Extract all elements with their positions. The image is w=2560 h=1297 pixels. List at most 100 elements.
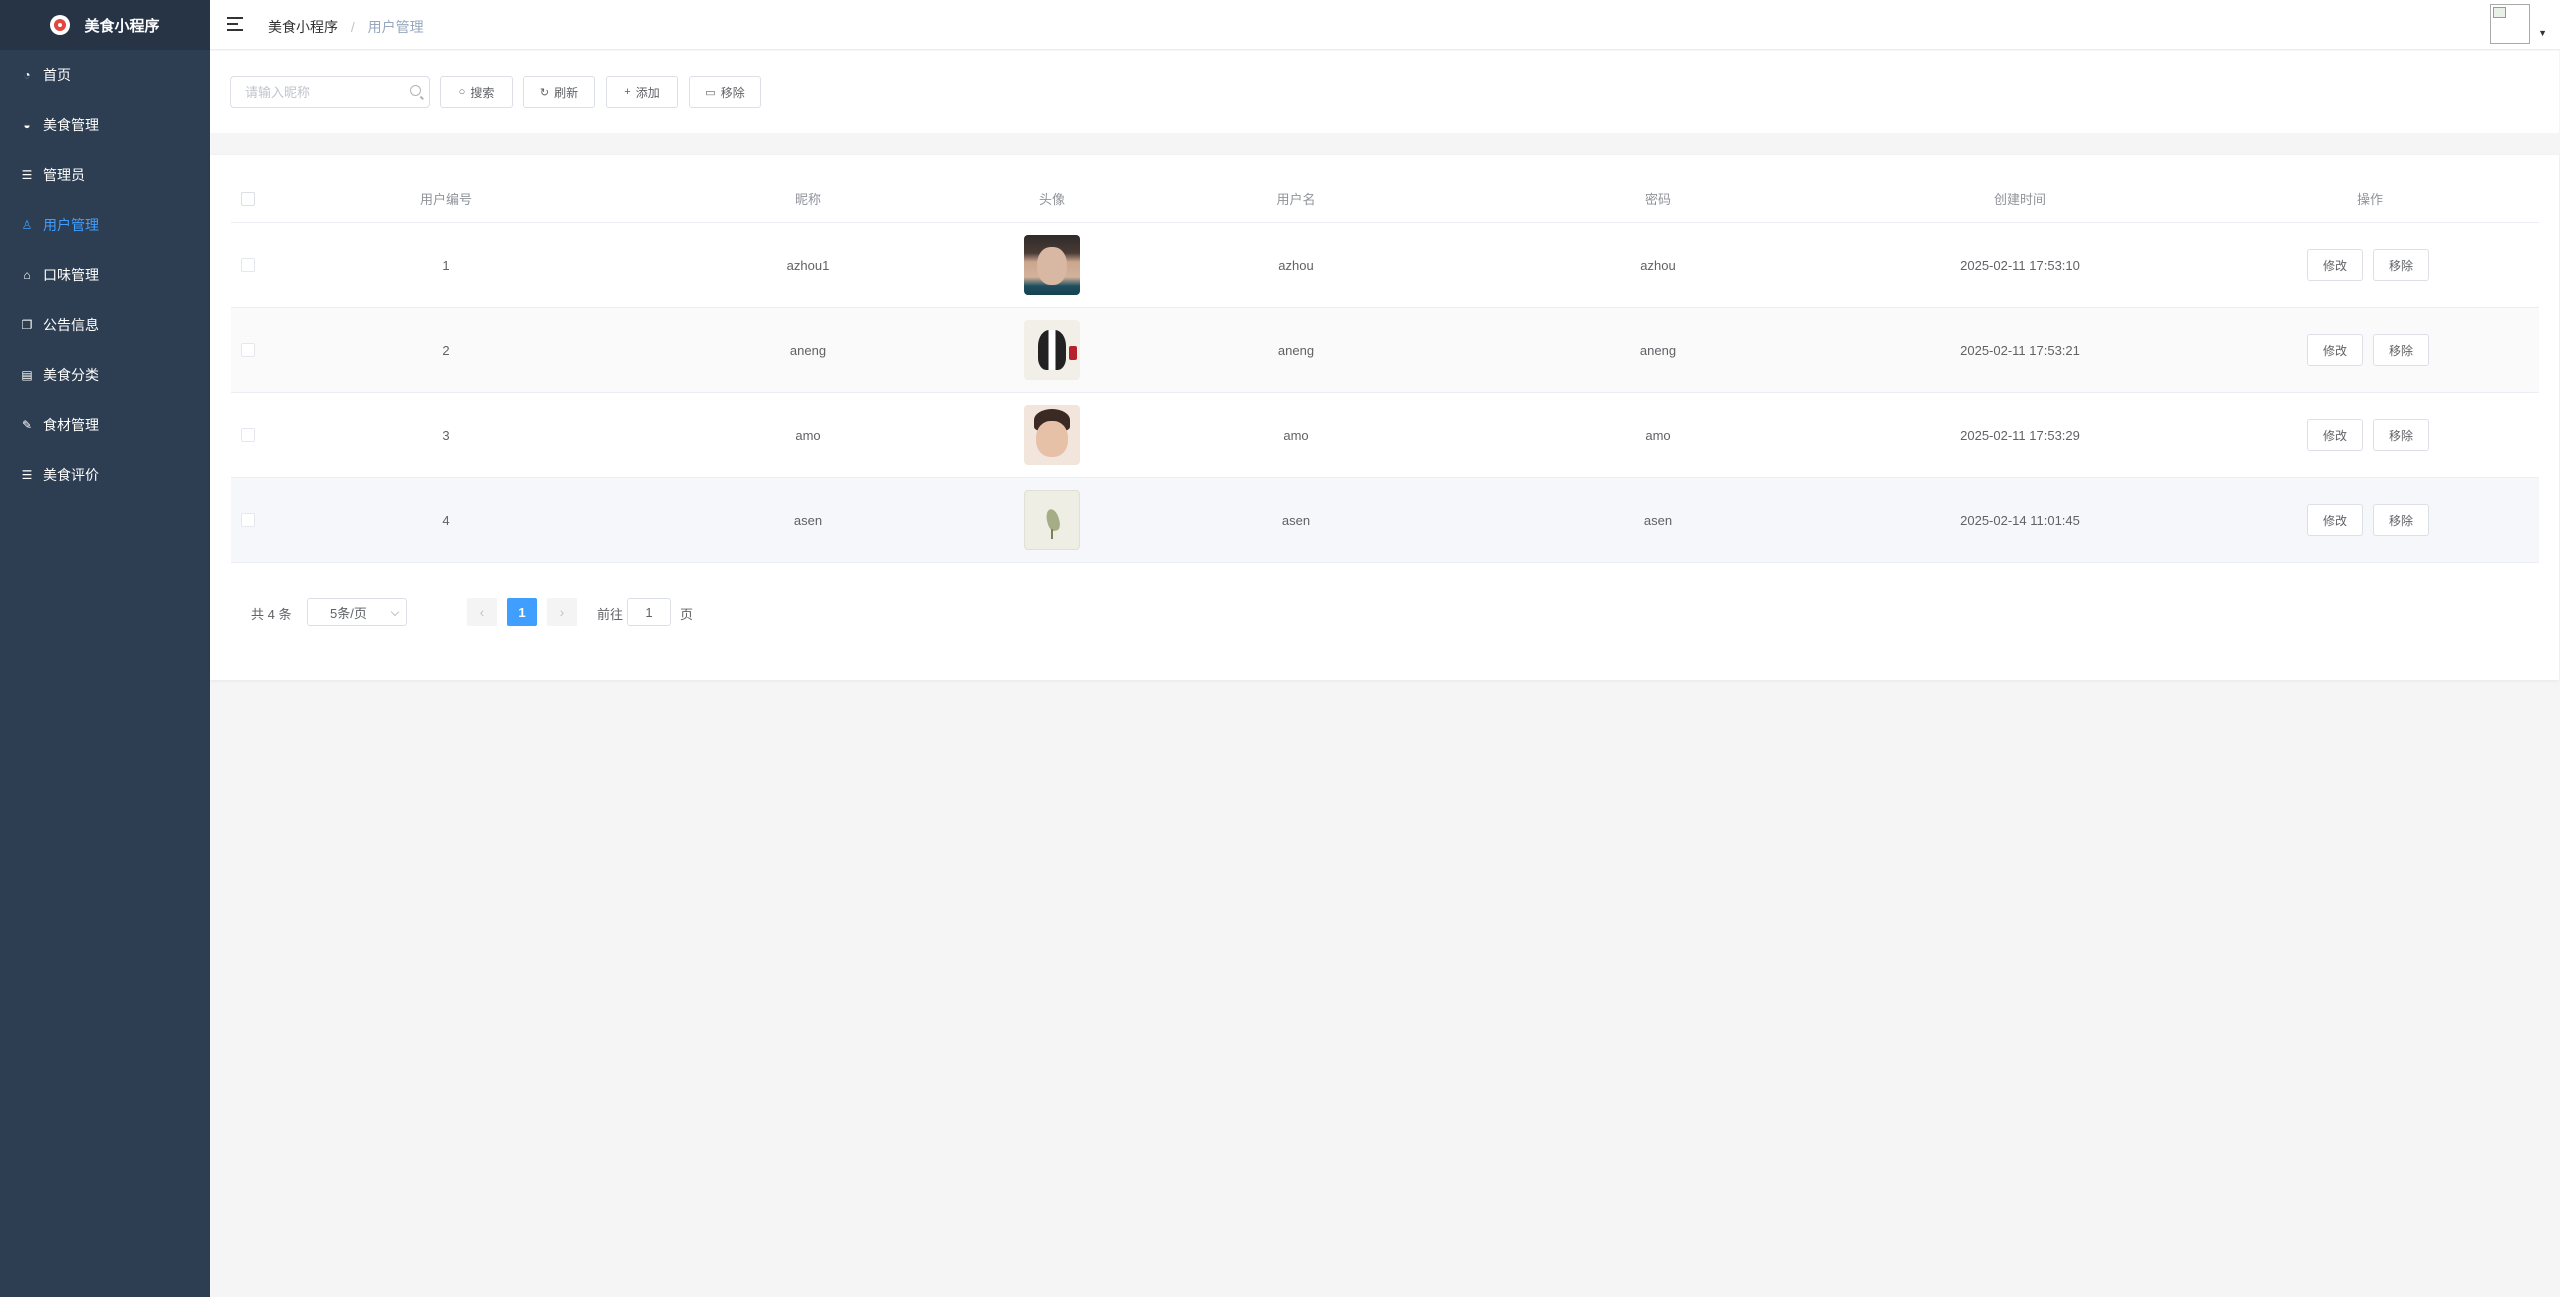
refresh-button[interactable]: ↻ 刷新 — [523, 76, 595, 108]
sidebar-item-food-management[interactable]: ◒ 美食管理 — [0, 100, 210, 150]
cell-password: azhou — [1640, 257, 1676, 273]
breadcrumb-current: 用户管理 — [367, 19, 424, 35]
cell-avatar — [989, 393, 1115, 477]
cell-username: azhou — [1278, 257, 1314, 273]
user-table: 用户编号 昵称 头像 用户名 密码 创建时间 操作 1 azhou1 azhou… — [231, 175, 2539, 563]
row-remove-button[interactable]: 移除 — [2373, 419, 2429, 451]
bowl-icon: ◒ — [23, 118, 31, 132]
goto-page-field — [627, 598, 671, 626]
add-button-label: 添加 — [635, 85, 660, 100]
user-avatar-image — [1024, 320, 1080, 380]
tray-icon: ⌂ — [23, 268, 31, 282]
sidebar-item-food-categories[interactable]: ▤ 美食分类 — [0, 350, 210, 400]
cell-avatar — [989, 308, 1115, 392]
edit-button[interactable]: 修改 — [2307, 504, 2363, 536]
sidebar-item-user-management[interactable]: ♙ 用户管理 — [0, 200, 210, 250]
row-select-cell — [231, 308, 265, 392]
cell-nickname: amo — [795, 427, 821, 443]
prev-page-button[interactable]: ‹ — [467, 598, 497, 626]
cell-created-time: 2025-02-11 17:53:10 — [1960, 257, 2080, 273]
page-size-select[interactable]: 5条/页 — [307, 598, 407, 626]
next-page-button[interactable]: › — [547, 598, 577, 626]
search-icon: ○ — [458, 86, 466, 98]
page-size-value: 5条/页 — [330, 605, 367, 621]
column-header-password: 密码 — [1644, 192, 1671, 207]
table-header: 用户编号 昵称 头像 用户名 密码 创建时间 操作 — [231, 175, 2539, 223]
cell-created-time: 2025-02-14 11:01:45 — [1960, 512, 2080, 528]
cell-avatar — [989, 478, 1115, 562]
breadcrumb-separator: / — [350, 19, 355, 35]
cell-nickname: aneng — [789, 342, 827, 358]
table-row: 4 asen asen asen 2025-02-14 11:01:45 修改 … — [231, 478, 2539, 563]
sidebar-item-home[interactable]: ◔ 首页 — [0, 50, 210, 100]
row-checkbox[interactable] — [241, 258, 255, 272]
folder-delete-icon: ▭ — [705, 86, 716, 99]
sidebar-item-label: 美食管理 — [43, 117, 99, 133]
cell-created-time: 2025-02-11 17:53:21 — [1960, 342, 2080, 358]
hamburger-menu-icon[interactable] — [227, 16, 243, 32]
search-button-label: 搜索 — [470, 85, 495, 100]
edit-button[interactable]: 修改 — [2307, 334, 2363, 366]
search-input[interactable] — [231, 77, 429, 107]
column-header-avatar: 头像 — [1038, 192, 1065, 207]
page-number-current[interactable]: 1 — [507, 598, 537, 626]
sidebar-item-label: 管理员 — [43, 167, 85, 183]
chevron-down-icon — [390, 607, 400, 617]
table-row: 2 aneng aneng aneng 2025-02-11 17:53:21 … — [231, 308, 2539, 393]
cell-avatar — [989, 223, 1115, 307]
row-checkbox[interactable] — [241, 343, 255, 357]
column-header-id: 用户编号 — [419, 192, 472, 207]
row-checkbox[interactable] — [241, 428, 255, 442]
breadcrumb: 美食小程序 / 用户管理 — [268, 17, 424, 37]
sidebar-item-admins[interactable]: ☰ 管理员 — [0, 150, 210, 200]
sidebar-item-announcements[interactable]: ❐ 公告信息 — [0, 300, 210, 350]
table-row: 3 amo amo amo 2025-02-11 17:53:29 修改 移除 — [231, 393, 2539, 478]
goto-unit-label: 页 — [680, 607, 694, 622]
select-all-checkbox[interactable] — [241, 191, 255, 206]
row-remove-button[interactable]: 移除 — [2373, 249, 2429, 281]
breadcrumb-home[interactable]: 美食小程序 — [268, 19, 338, 35]
select-all-cell — [231, 175, 265, 222]
row-remove-button[interactable]: 移除 — [2373, 504, 2429, 536]
refresh-icon: ↻ — [539, 86, 550, 99]
user-avatar[interactable] — [2490, 4, 2530, 44]
cell-id: 4 — [442, 512, 450, 528]
sidebar-item-label: 口味管理 — [43, 267, 99, 283]
cell-password: aneng — [1639, 342, 1677, 358]
top-header: 美食小程序 / 用户管理 ▼ — [210, 0, 2560, 50]
sidebar-item-ingredients[interactable]: ✎ 食材管理 — [0, 400, 210, 450]
edit-button[interactable]: 修改 — [2307, 249, 2363, 281]
caret-down-icon[interactable]: ▼ — [2538, 28, 2547, 38]
goto-page-input[interactable] — [628, 599, 670, 625]
pagination-total: 共 4 条 — [251, 607, 292, 622]
pagination: 共 4 条 5条/页 ‹ 1 › 前往 页 — [251, 598, 851, 626]
search-button[interactable]: ○ 搜索 — [440, 76, 513, 108]
cell-password: amo — [1645, 427, 1671, 443]
remove-button-label: 移除 — [720, 85, 745, 100]
goto-label: 前往 — [597, 607, 624, 622]
sliders-icon: ☰ — [21, 168, 33, 182]
sidebar-item-label: 食材管理 — [43, 417, 99, 433]
row-select-cell — [231, 393, 265, 477]
sidebar-item-label: 用户管理 — [43, 217, 99, 233]
remove-button[interactable]: ▭ 移除 — [689, 76, 761, 108]
cell-created-time: 2025-02-11 17:53:29 — [1960, 427, 2080, 443]
row-checkbox[interactable] — [241, 513, 255, 527]
cell-id: 1 — [442, 257, 450, 273]
sidebar-item-label: 公告信息 — [43, 317, 99, 333]
logo-icon — [50, 15, 71, 35]
add-button[interactable]: + 添加 — [606, 76, 678, 108]
pen-icon: ✎ — [21, 418, 33, 432]
toolbar: ○ 搜索 ↻ 刷新 + 添加 ▭ 移除 — [210, 51, 2559, 133]
refresh-button-label: 刷新 — [554, 85, 579, 100]
sidebar-item-food-reviews[interactable]: ☰ 美食评价 — [0, 450, 210, 500]
column-header-actions: 操作 — [2356, 192, 2383, 207]
sidebar-item-flavor-management[interactable]: ⌂ 口味管理 — [0, 250, 210, 300]
app-logo: 美食小程序 — [0, 0, 210, 50]
edit-button[interactable]: 修改 — [2307, 419, 2363, 451]
row-remove-button[interactable]: 移除 — [2373, 334, 2429, 366]
user-avatar-image — [1024, 235, 1080, 295]
sliders-icon: ☰ — [21, 468, 33, 482]
sidebar-item-label: 首页 — [43, 67, 71, 83]
user-icon: ♙ — [21, 218, 33, 232]
